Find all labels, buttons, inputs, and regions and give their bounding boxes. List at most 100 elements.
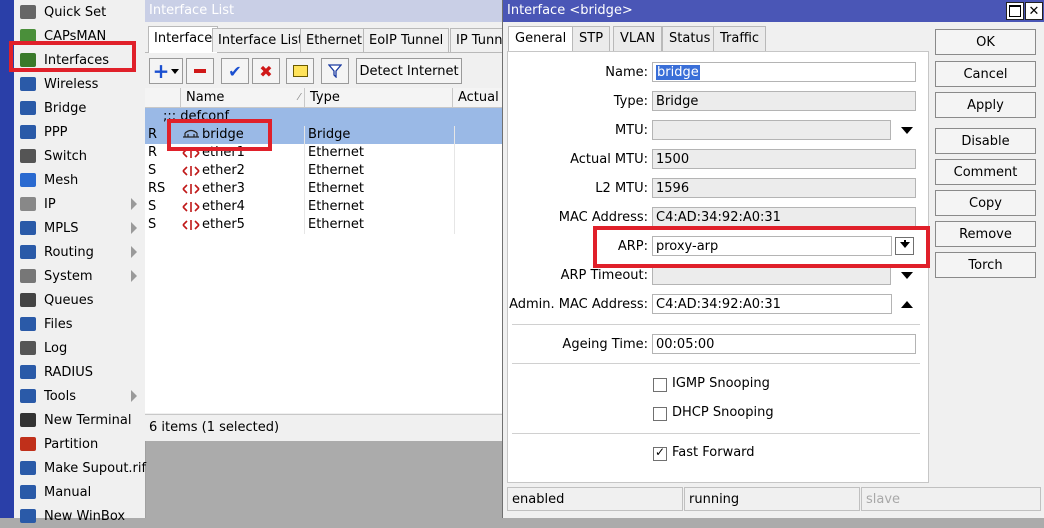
dhcp-snooping-checkbox[interactable] (653, 407, 667, 421)
sidebar-item-label: Mesh (44, 172, 79, 188)
table-row[interactable]: Rbridge Bridge (145, 126, 502, 144)
name-field[interactable]: bridge (652, 62, 916, 82)
cancel-button[interactable]: Cancel (935, 61, 1036, 87)
column-flags[interactable] (145, 88, 180, 107)
sidebar-item-label: Queues (44, 292, 94, 308)
tab-status[interactable]: Status (662, 26, 718, 51)
admin-mac-collapse-icon[interactable] (901, 301, 913, 308)
sidebar-item-interfaces[interactable]: Interfaces (14, 48, 145, 72)
tab-eoip-tunnel[interactable]: EoIP Tunnel (363, 28, 450, 52)
copy-button[interactable]: Copy (935, 190, 1036, 216)
remove-button[interactable] (186, 58, 214, 84)
fast-forward-label[interactable]: Fast Forward (672, 445, 755, 460)
igmp-snooping-label[interactable]: IGMP Snooping (672, 376, 770, 391)
column-name[interactable]: Name ⁄ (180, 88, 306, 107)
torch-button[interactable]: Torch (935, 252, 1036, 278)
tab-interface-list[interactable]: Interface List (212, 28, 310, 52)
table-row[interactable]: RS ether3 Ethernet (145, 180, 502, 198)
sidebar-item-new-terminal[interactable]: New Terminal (14, 408, 145, 432)
ageing-time-field[interactable]: 00:05:00 (652, 334, 916, 354)
sidebar-item-capsman[interactable]: CAPsMAN (14, 24, 145, 48)
sidebar-item-label: Partition (44, 436, 99, 452)
filter-button[interactable] (321, 58, 349, 84)
ppp-icon (17, 123, 39, 141)
mac-address-label: MAC Address: (558, 210, 648, 225)
comment-button[interactable]: Comment (935, 159, 1036, 185)
sidebar-item-ppp[interactable]: PPP (14, 120, 145, 144)
arp-timeout-field[interactable] (652, 265, 891, 285)
group-comment-row[interactable]: ;;; defconf (145, 108, 502, 126)
sidebar-item-partition[interactable]: Partition (14, 432, 145, 456)
name-value: bridge (656, 65, 700, 80)
sidebar-item-routing[interactable]: Routing (14, 240, 145, 264)
apply-button[interactable]: Apply (935, 92, 1036, 118)
general-panel: Name: bridge Type: Bridge MTU: Actual MT… (507, 51, 929, 483)
tab-vlan[interactable]: VLAN (613, 26, 663, 51)
sidebar-item-switch[interactable]: Switch (14, 144, 145, 168)
sidebar-item-label: RADIUS (44, 364, 94, 380)
column-actual-mtu[interactable]: Actual M (452, 88, 508, 124)
enable-button[interactable]: ✔ (221, 58, 249, 84)
sidebar-item-label: Files (44, 316, 73, 332)
tab-traffic[interactable]: Traffic (713, 26, 767, 51)
admin-mac-field[interactable]: C4:AD:34:92:A0:31 (652, 294, 892, 314)
igmp-snooping-checkbox[interactable] (653, 378, 667, 392)
dhcp-snooping-label[interactable]: DHCP Snooping (672, 405, 774, 420)
submenu-arrow-icon (131, 198, 137, 210)
add-button[interactable]: + (149, 58, 183, 84)
interface-table-header: Name ⁄ Type Actual M (145, 88, 502, 124)
column-type[interactable]: Type (304, 88, 455, 107)
sidebar-item-mpls[interactable]: MPLS (14, 216, 145, 240)
tools-icon (17, 387, 39, 405)
ok-button[interactable]: OK (935, 29, 1036, 55)
sidebar-item-ip[interactable]: IP (14, 192, 145, 216)
interface-type: Ethernet (308, 144, 455, 162)
mtu-field[interactable] (652, 120, 891, 140)
table-row[interactable]: Sether4 Ethernet (145, 198, 502, 216)
queues-icon (17, 291, 39, 309)
sidebar-item-log[interactable]: Log (14, 336, 145, 360)
sidebar-item-label: Switch (44, 148, 87, 164)
divider (512, 324, 920, 325)
arp-timeout-dropdown-icon[interactable] (901, 272, 913, 279)
sidebar-item-radius[interactable]: RADIUS (14, 360, 145, 384)
note-icon (292, 65, 308, 77)
sidebar-item-quick-set[interactable]: Quick Set (14, 0, 145, 24)
sidebar-item-label: MPLS (44, 220, 79, 236)
comment-button[interactable] (286, 58, 314, 84)
table-row[interactable]: Sether2 Ethernet (145, 162, 502, 180)
table-row[interactable]: Rether1 Ethernet (145, 144, 502, 162)
sidebar-item-system[interactable]: System (14, 264, 145, 288)
arp-dropdown-button[interactable] (895, 237, 914, 255)
tab-stp[interactable]: STP (572, 26, 611, 51)
tab-ip-tunnel[interactable]: IP Tunn (450, 28, 509, 52)
disable-button[interactable]: ✖ (252, 58, 280, 84)
sidebar-item-wireless[interactable]: Wireless (14, 72, 145, 96)
table-row[interactable]: Sether5 Ethernet (145, 216, 502, 234)
tab-ethernet[interactable]: Ethernet (300, 28, 368, 52)
disable-button[interactable]: Disable (935, 128, 1036, 154)
sidebar-item-manual[interactable]: Manual (14, 480, 145, 504)
sidebar-item-bridge[interactable]: Bridge (14, 96, 145, 120)
close-button[interactable]: ✕ (1025, 2, 1043, 20)
tab-general[interactable]: General (508, 26, 574, 53)
bridge-icon (17, 99, 39, 117)
quick-set-icon (17, 3, 39, 21)
sidebar-item-make-supout-rif[interactable]: Make Supout.rif (14, 456, 146, 480)
sidebar-item-label: IP (44, 196, 56, 212)
remove-button[interactable]: Remove (935, 221, 1036, 247)
sidebar-item-tools[interactable]: Tools (14, 384, 145, 408)
sidebar-item-queues[interactable]: Queues (14, 288, 145, 312)
sidebar-item-new-winbox[interactable]: New WinBox (14, 504, 145, 528)
dialog-title[interactable]: Interface <bridge> (503, 0, 1044, 22)
sidebar-item-files[interactable]: Files (14, 312, 145, 336)
detect-internet-button[interactable]: Detect Internet (356, 58, 462, 84)
fast-forward-checkbox[interactable]: ✓ (653, 445, 667, 461)
interface-list-title[interactable]: Interface List (145, 0, 502, 22)
sidebar-item-mesh[interactable]: Mesh (14, 168, 145, 192)
mtu-dropdown-icon[interactable] (901, 127, 913, 134)
maximize-button[interactable] (1006, 2, 1024, 20)
arp-select[interactable]: proxy-arp (652, 236, 892, 256)
sort-icon: ⁄ (298, 92, 300, 103)
tab-interface[interactable]: Interface (148, 26, 219, 53)
